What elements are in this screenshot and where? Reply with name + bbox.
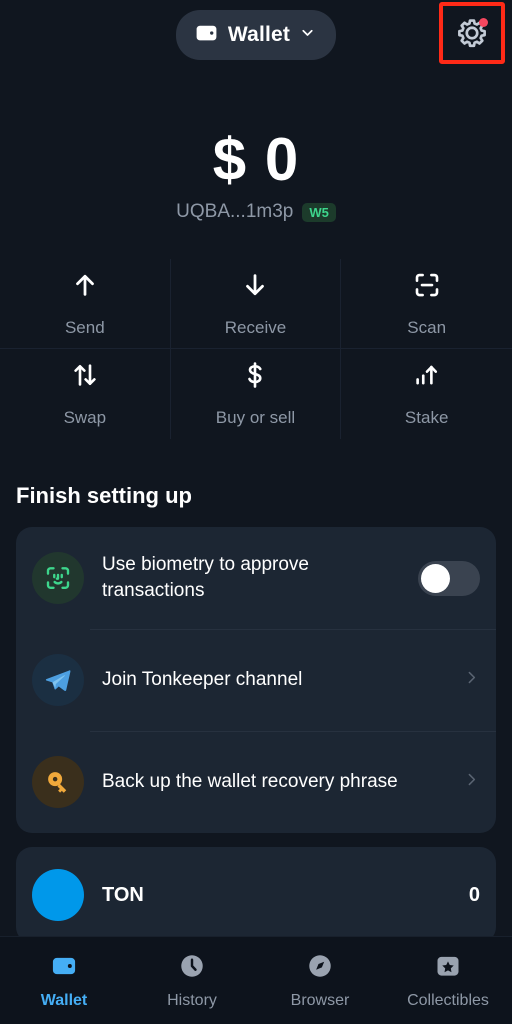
token-value: 0 [468, 883, 480, 906]
balance-amount: $ 0 [212, 126, 300, 193]
action-send[interactable]: Send [0, 259, 171, 349]
action-buy-or-sell-label: Buy or sell [215, 408, 296, 427]
setup-row-biometry-label: Use biometry to approve transactions [102, 554, 309, 601]
setup-card: Use biometry to approve transactions Joi… [16, 527, 496, 833]
setup-row-backup-label: Back up the wallet recovery phrase [102, 771, 398, 793]
action-swap[interactable]: Swap [0, 349, 171, 439]
nav-item-browser-label: Browser [290, 991, 350, 1009]
arrow-down-icon [240, 270, 270, 305]
token-name: TON [102, 883, 144, 906]
setup-row-telegram-label: Join Tonkeeper channel [102, 669, 303, 691]
wallet-app-screen: Wallet $ 0 UQBA...1m3p W5 Send Receive S… [0, 0, 512, 1024]
chevron-right-icon [463, 669, 480, 691]
token-card-ton[interactable]: TON 0 [16, 847, 496, 943]
chart-up-icon [412, 360, 442, 395]
setup-row-backup[interactable]: Back up the wallet recovery phrase [16, 731, 496, 833]
app-header: Wallet [0, 0, 512, 70]
settings-button[interactable] [444, 7, 500, 63]
scan-icon [412, 270, 442, 305]
swap-arrows-icon [70, 360, 100, 395]
star-badge-icon [434, 952, 462, 985]
action-buy-or-sell[interactable]: Buy or sell [171, 349, 342, 439]
wallet-icon [194, 20, 219, 50]
wallet-version-badge: W5 [302, 202, 336, 222]
setup-row-telegram[interactable]: Join Tonkeeper channel [16, 629, 496, 731]
wallet-selector-button[interactable]: Wallet [175, 10, 337, 60]
setup-row-biometry[interactable]: Use biometry to approve transactions [16, 527, 496, 629]
nav-item-wallet-label: Wallet [40, 991, 88, 1009]
action-scan[interactable]: Scan [341, 259, 512, 349]
setup-section-title: Finish setting up [16, 483, 192, 508]
action-receive[interactable]: Receive [170, 259, 342, 349]
arrow-up-icon [70, 270, 100, 305]
action-receive-label: Receive [224, 317, 287, 337]
biometry-toggle[interactable] [418, 560, 480, 596]
balance-section: $ 0 UQBA...1m3p W5 [0, 128, 512, 223]
action-scan-label: Scan [407, 317, 447, 337]
chevron-right-icon [463, 771, 480, 793]
nav-item-history-label: History [167, 991, 217, 1009]
action-send-label: Send [64, 317, 105, 337]
telegram-icon [32, 654, 84, 706]
bottom-navigation: Wallet History Browser Collectibles [0, 936, 512, 1024]
dollar-icon [240, 360, 270, 395]
wallet-address: UQBA...1m3p [176, 201, 294, 222]
nav-item-history[interactable]: History [128, 952, 256, 1010]
face-id-icon [32, 552, 84, 604]
action-stake-label: Stake [404, 408, 449, 427]
action-stake[interactable]: Stake [341, 349, 512, 439]
nav-item-collectibles-label: Collectibles [407, 991, 489, 1009]
compass-icon [306, 952, 334, 985]
quick-actions-grid: Send Receive Scan Swap Buy or sell Stake [0, 259, 512, 439]
wallet-icon [50, 952, 78, 985]
nav-item-browser[interactable]: Browser [256, 952, 384, 1010]
clock-icon [178, 952, 206, 985]
settings-notification-dot [479, 18, 488, 27]
nav-item-collectibles[interactable]: Collectibles [384, 952, 512, 1010]
wallet-selector-label: Wallet [227, 23, 291, 46]
wallet-address-row[interactable]: UQBA...1m3p W5 [0, 201, 512, 223]
chevron-down-icon [299, 24, 316, 46]
key-icon [32, 756, 84, 808]
biometry-toggle-knob [421, 563, 450, 593]
ton-icon [32, 869, 84, 921]
nav-item-wallet[interactable]: Wallet [0, 952, 128, 1010]
action-swap-label: Swap [63, 408, 107, 427]
